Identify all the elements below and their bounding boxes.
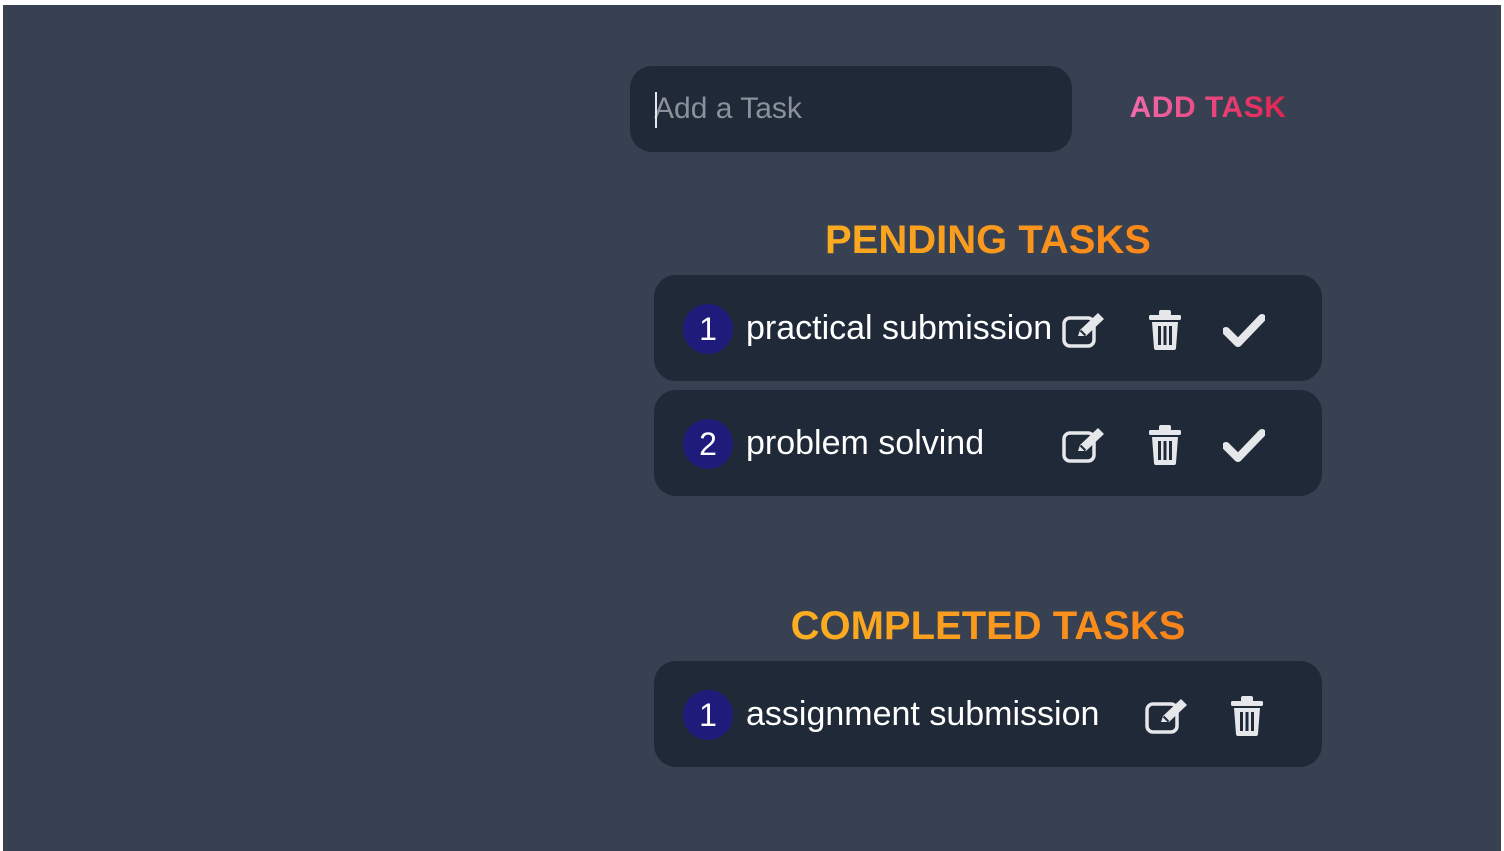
completed-task-row: 1 assignment submission	[654, 661, 1322, 767]
pending-task-row: 1 practical submission	[654, 275, 1322, 381]
edit-icon[interactable]	[1143, 695, 1191, 737]
check-icon[interactable]	[1220, 309, 1268, 351]
pending-task-row: 2 problem solvind	[654, 390, 1322, 496]
trash-icon[interactable]	[1141, 424, 1189, 466]
task-text: assignment submission	[746, 695, 1100, 733]
task-number-badge: 1	[683, 304, 733, 354]
check-icon[interactable]	[1220, 424, 1268, 466]
task-number-badge: 2	[683, 419, 733, 469]
trash-icon[interactable]	[1223, 695, 1271, 737]
edit-icon[interactable]	[1060, 424, 1108, 466]
pending-tasks-title: PENDING TASKS	[654, 218, 1322, 263]
trash-icon[interactable]	[1141, 309, 1189, 351]
completed-tasks-title: COMPLETED TASKS	[654, 604, 1322, 649]
task-text: practical submission	[746, 309, 1053, 347]
add-task-button[interactable]: ADD TASK	[1118, 88, 1298, 128]
edit-icon[interactable]	[1060, 309, 1108, 351]
task-text: problem solvind	[746, 424, 985, 462]
text-caret	[655, 92, 657, 128]
add-task-input[interactable]	[630, 66, 1072, 152]
task-number-badge: 1	[683, 690, 733, 740]
